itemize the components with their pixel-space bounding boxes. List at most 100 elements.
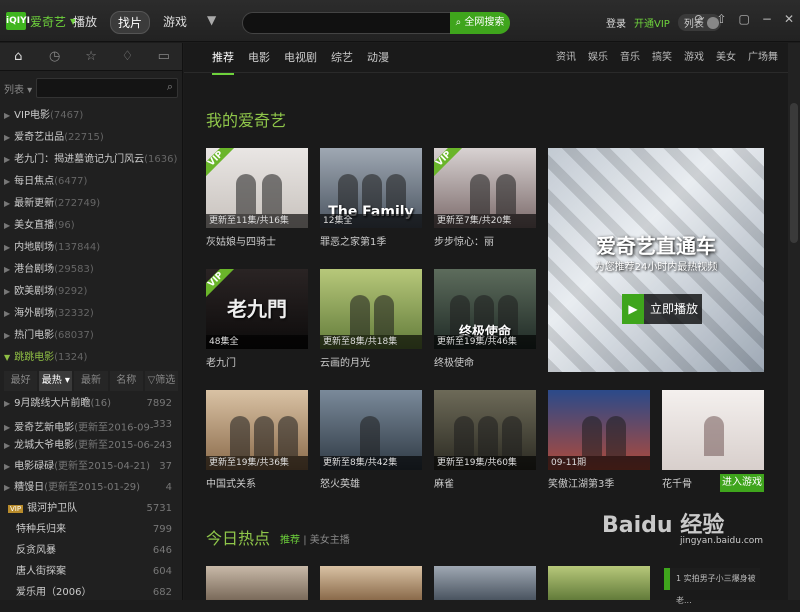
expand-icon[interactable]: ▶ — [4, 133, 10, 142]
video-card[interactable]: 更新至19集/共60集 麻雀 — [434, 390, 536, 490]
sort-best[interactable]: 最好 — [4, 371, 38, 391]
expand-icon[interactable]: ▶ — [4, 265, 10, 274]
history-icon[interactable]: ◷ — [36, 43, 72, 70]
expand-icon[interactable]: ▼ — [4, 353, 10, 362]
video-thumbnail[interactable]: 09-11期 — [548, 390, 650, 470]
category-item[interactable]: ▶ 港台剧场(29583) — [0, 259, 182, 281]
category-item[interactable]: ▼ 跳跳电影(1324) — [0, 347, 182, 369]
restore-icon[interactable]: ▢ — [739, 12, 750, 26]
filter-recommend[interactable]: 推荐 — [280, 535, 300, 546]
video-card[interactable]: 09-11期 笑傲江湖第3季 — [548, 390, 650, 490]
video-thumbnail[interactable]: 老九門 VIP 48集全 — [206, 269, 308, 349]
category-item[interactable]: ▶ 最新更新(272749) — [0, 193, 182, 215]
video-thumbnail[interactable]: The Family 12集全 — [320, 148, 422, 228]
expand-icon[interactable]: ▶ — [4, 243, 10, 252]
minimize-icon[interactable]: − — [762, 12, 772, 26]
video-title[interactable]: 灰姑娘与四骑士 — [206, 233, 308, 248]
sort-new[interactable]: 最新 — [74, 371, 108, 391]
search-button[interactable]: ⌕ 全网搜索 — [450, 12, 510, 34]
vip-link[interactable]: 开通VIP — [634, 15, 670, 30]
nav-more-icon[interactable]: ▼ — [200, 11, 223, 34]
category-item[interactable]: ▶ 内地剧场(137844) — [0, 237, 182, 259]
video-thumbnail[interactable]: 更新至19集/共60集 — [434, 390, 536, 470]
channel-tab[interactable]: 广场舞 — [748, 43, 778, 73]
sidebar-search-input[interactable]: ⌕ — [36, 78, 178, 98]
expand-icon[interactable]: ▶ — [4, 177, 10, 186]
video-thumbnail[interactable]: VIP 更新至11集/共16集 — [206, 148, 308, 228]
expand-icon[interactable]: ▶ — [4, 423, 10, 432]
filter-beauty-host[interactable]: 美女主播 — [310, 535, 350, 546]
close-icon[interactable]: ✕ — [784, 12, 794, 26]
channel-tab[interactable]: 音乐 — [620, 43, 640, 73]
scrollbar-thumb[interactable] — [790, 103, 798, 243]
channel-tab[interactable]: 资讯 — [556, 43, 576, 73]
expand-icon[interactable]: ▶ — [4, 155, 10, 164]
channel-tab[interactable]: 娱乐 — [588, 43, 608, 73]
hot-thumbnail[interactable] — [434, 566, 536, 600]
expand-icon[interactable]: ▶ — [4, 399, 10, 408]
category-item[interactable]: ▶ 老九门：揭进墓诡记九门风云(1636) — [0, 149, 182, 171]
video-thumbnail[interactable]: 更新至19集/共36集 — [206, 390, 308, 470]
content-tab[interactable]: 动漫 — [367, 43, 389, 75]
video-thumbnail[interactable]: 更新至8集/共42集 — [320, 390, 422, 470]
expand-icon[interactable]: ▶ — [4, 483, 10, 492]
content-tab[interactable]: 电视剧 — [284, 43, 317, 75]
category-item[interactable]: ▶ 每日焦点(6477) — [0, 171, 182, 193]
content-tab[interactable]: 推荐 — [212, 43, 234, 75]
channel-tab[interactable]: 游戏 — [684, 43, 704, 73]
sub-list-item[interactable]: 唐人街探案 604 — [0, 561, 182, 582]
sort-hot[interactable]: 最热 ▾ — [39, 371, 73, 391]
expand-icon[interactable]: ▶ — [4, 462, 10, 471]
upload-icon[interactable]: ⇧ — [716, 12, 726, 26]
nav-game[interactable]: 游戏 — [156, 11, 194, 34]
search-icon[interactable]: ⌕ — [167, 80, 173, 94]
video-title[interactable]: 罪恶之家第1季 — [320, 233, 422, 248]
video-card[interactable]: VIP 更新至7集/共20集 步步惊心：丽 — [434, 148, 536, 248]
video-title[interactable]: 终极使命 — [434, 354, 536, 369]
video-title[interactable]: 怒火英雄 — [320, 475, 422, 490]
video-title[interactable]: 云画的月光 — [320, 354, 422, 369]
video-card[interactable]: The Family 12集全 罪恶之家第1季 — [320, 148, 422, 248]
video-card[interactable]: 老九門 VIP 48集全 老九门 — [206, 269, 308, 369]
video-card[interactable]: 更新至19集/共36集 中国式关系 — [206, 390, 308, 490]
video-title[interactable]: 笑傲江湖第3季 — [548, 475, 650, 490]
video-thumbnail[interactable]: 更新至8集/共18集 — [320, 269, 422, 349]
expand-icon[interactable]: ▶ — [4, 287, 10, 296]
sub-list-item[interactable]: 反贪风暴 646 — [0, 540, 182, 561]
subscribe-icon[interactable]: ♢ — [109, 43, 145, 70]
hot-thumbnail[interactable] — [320, 566, 422, 600]
favorite-icon[interactable]: ☆ — [73, 43, 109, 70]
hot-thumbnail[interactable] — [206, 566, 308, 600]
content-tab[interactable]: 电影 — [248, 43, 270, 75]
search-input[interactable]: ⌕ 全网搜索 — [242, 12, 510, 34]
expand-icon[interactable]: ▶ — [4, 331, 10, 340]
category-item[interactable]: ▶ 欧美剧场(9292) — [0, 281, 182, 303]
video-title[interactable]: 中国式关系 — [206, 475, 308, 490]
channel-tab[interactable]: 美女 — [716, 43, 736, 73]
sub-list-item[interactable]: ▶ 电影碌碌(更新至2015-04-21) 37 — [0, 456, 182, 477]
sub-list-item[interactable]: 特种兵归来 799 — [0, 519, 182, 540]
content-tab[interactable]: 综艺 — [331, 43, 353, 75]
login-link[interactable]: 登录 — [606, 15, 626, 30]
folder-icon[interactable]: ▭ — [146, 43, 182, 70]
sort-name[interactable]: 名称 — [109, 371, 143, 391]
expand-icon[interactable]: ▶ — [4, 441, 10, 450]
expand-icon[interactable]: ▶ — [4, 111, 10, 120]
category-item[interactable]: ▶ 爱奇艺出品(22715) — [0, 127, 182, 149]
home-icon[interactable]: ⌂ — [0, 43, 36, 70]
video-title[interactable]: 老九门 — [206, 354, 308, 369]
video-title[interactable]: 步步惊心：丽 — [434, 233, 536, 248]
channel-tab[interactable]: 搞笑 — [652, 43, 672, 73]
sub-list-item[interactable]: ▶ 9月跳线大片前瞻(16) 7892 — [0, 393, 182, 414]
sub-list-item[interactable]: VIP 银河护卫队 5731 — [0, 498, 182, 519]
content-scrollbar[interactable] — [788, 43, 800, 600]
live-banner[interactable]: 爱奇艺直通车 为您推荐24小时内最热视频 ▶ 立即播放 — [548, 148, 764, 372]
category-item[interactable]: ▶ 热门电影(68037) — [0, 325, 182, 347]
game-thumbnail[interactable] — [662, 390, 764, 470]
hot-thumbnail[interactable] — [548, 566, 650, 600]
expand-icon[interactable]: ▶ — [4, 221, 10, 230]
nav-find[interactable]: 找片 — [110, 11, 151, 34]
sub-list-item[interactable]: ▶ 糟馒日(更新至2015-01-29) 4 — [0, 477, 182, 498]
news-toast[interactable]: 1 实拍男子小三爆身被老... — [664, 568, 760, 605]
sub-list-item[interactable]: ▶爱奇艺新电影(更新至2016-09-18)new333 — [0, 414, 182, 435]
